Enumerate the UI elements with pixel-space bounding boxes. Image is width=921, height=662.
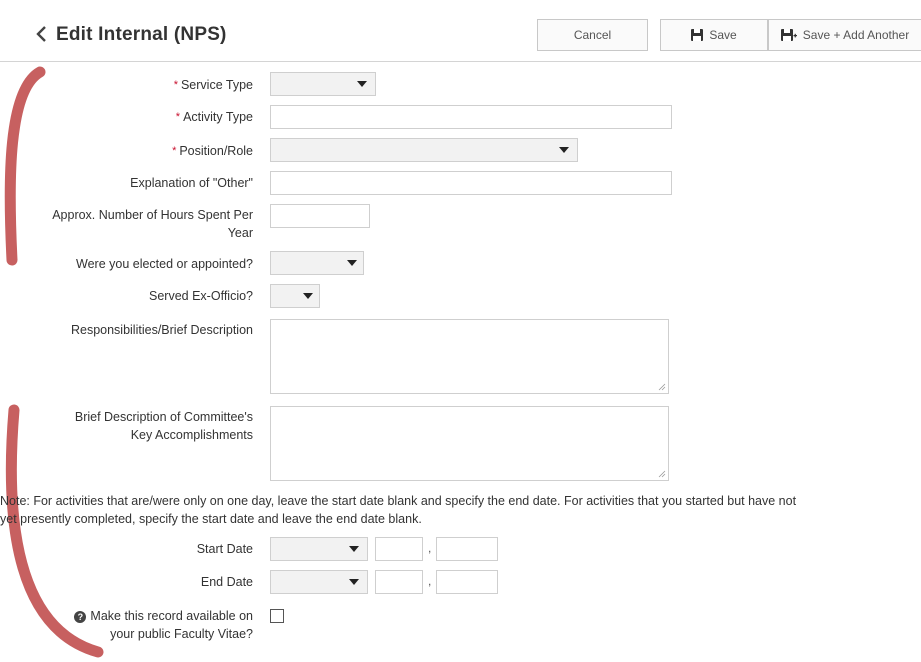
required-marker: *: [173, 79, 178, 91]
dropdown-caret-icon: [349, 546, 359, 552]
chevron-left-icon[interactable]: [34, 24, 50, 44]
public-vitae-label: ? Make this record available on your publ…: [74, 607, 253, 643]
dropdown-caret-icon: [347, 260, 357, 266]
save-add-another-button[interactable]: Save + Add Another: [768, 19, 921, 51]
dropdown-caret-icon: [559, 147, 569, 153]
ex-officio-label: Served Ex-Officio?: [149, 289, 253, 303]
position-role-select[interactable]: [270, 138, 578, 162]
required-marker: *: [175, 111, 181, 123]
help-icon[interactable]: ?: [74, 611, 87, 623]
resize-grip-icon[interactable]: [658, 383, 666, 391]
date-note: Note: For activities that are/were only …: [0, 494, 797, 526]
ex-officio-select[interactable]: [270, 284, 320, 308]
elected-select[interactable]: [270, 251, 364, 275]
save-add-button-label: Save + Add Another: [802, 28, 910, 42]
position-role-label: * Position/Role: [172, 144, 253, 158]
end-date-label: End Date: [200, 575, 253, 589]
activity-type-input[interactable]: [270, 105, 672, 129]
cancel-button-label: Cancel: [573, 28, 612, 42]
responsibilities-label: Responsibilities/Brief Description: [70, 323, 253, 337]
public-vitae-checkbox[interactable]: [270, 609, 284, 623]
activity-type-label: * Activity Type: [175, 110, 253, 124]
accomplishments-label: Brief Description of Committee's Key Acc…: [74, 410, 253, 442]
service-type-select[interactable]: [270, 72, 376, 96]
hours-label: Approx. Number of Hours Spent Per Year: [52, 208, 253, 240]
save-button[interactable]: Save: [660, 19, 768, 51]
responsibilities-textarea[interactable]: [270, 319, 669, 394]
dropdown-caret-icon: [357, 81, 367, 87]
save-icon: [691, 29, 704, 41]
cancel-button[interactable]: Cancel: [537, 19, 648, 51]
start-day-input[interactable]: [375, 537, 423, 561]
end-month-select[interactable]: [270, 570, 368, 594]
hours-input[interactable]: [270, 204, 370, 228]
date-separator: ,: [428, 574, 432, 588]
resize-grip-icon[interactable]: [658, 470, 666, 478]
end-day-input[interactable]: [375, 570, 423, 594]
elected-label: Were you elected or appointed?: [76, 257, 253, 271]
page-header: Edit Internal (NPS) Cancel Save Save + A…: [0, 0, 921, 62]
service-type-label: * Service Type: [173, 78, 253, 92]
end-year-input[interactable]: [436, 570, 498, 594]
explanation-other-input[interactable]: [270, 171, 672, 195]
accomplishments-textarea[interactable]: [270, 406, 669, 481]
start-year-input[interactable]: [436, 537, 498, 561]
start-date-label: Start Date: [196, 542, 253, 556]
required-marker: *: [172, 145, 177, 157]
start-month-select[interactable]: [270, 537, 368, 561]
dropdown-caret-icon: [349, 579, 359, 585]
save-button-label: Save: [709, 28, 737, 42]
date-separator: ,: [428, 541, 432, 555]
dropdown-caret-icon: [303, 293, 313, 299]
edit-form: * Service Type * Activity Type * Position/R…: [0, 62, 921, 662]
explanation-other-label: Explanation of "Other": [130, 176, 253, 190]
save-add-icon: [780, 29, 797, 41]
page-title: Edit Internal (NPS): [56, 24, 227, 45]
